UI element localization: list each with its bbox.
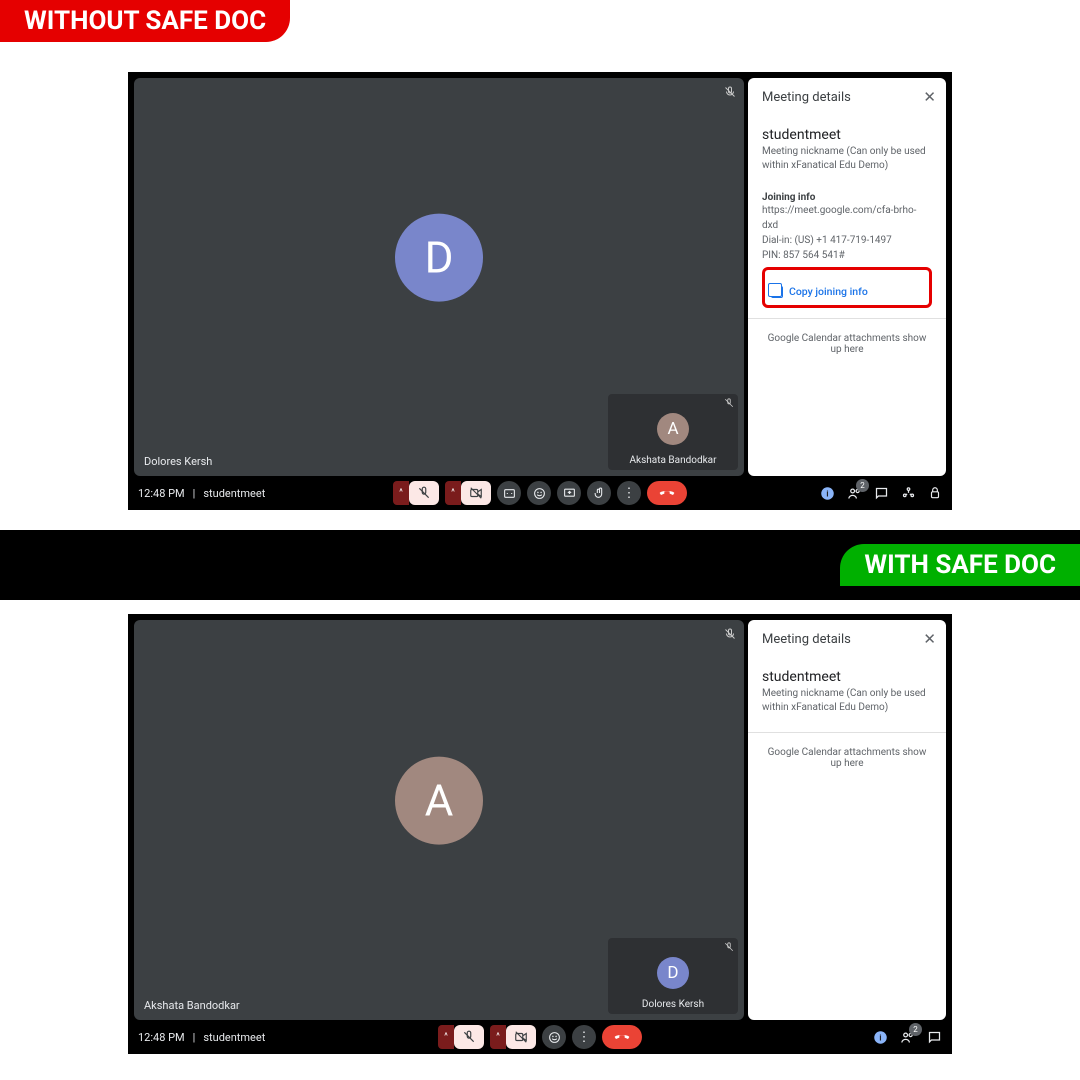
- highlight-copy-joining-info: Copy joining info: [762, 267, 932, 308]
- separator: |: [193, 1031, 196, 1044]
- host-controls-button[interactable]: [928, 486, 942, 500]
- attachments-placeholder: Google Calendar attachments show up here: [762, 733, 932, 783]
- people-count-badge: 2: [856, 479, 869, 492]
- camera-toggle-button[interactable]: [461, 481, 491, 505]
- mic-muted-icon: [724, 628, 736, 640]
- copy-icon: [771, 286, 783, 298]
- main-participant-name: Dolores Kersh: [144, 455, 212, 468]
- main-participant-name: Akshata Bandodkar: [144, 999, 240, 1012]
- captions-button[interactable]: [497, 481, 521, 505]
- meeting-details-panel: Meeting details ✕ studentmeet Meeting ni…: [748, 78, 946, 476]
- people-count-badge: 2: [909, 1023, 922, 1036]
- activities-button[interactable]: [901, 486, 916, 501]
- panel-title: Meeting details: [762, 90, 932, 105]
- leave-call-button[interactable]: [647, 481, 687, 505]
- close-panel-button[interactable]: ✕: [923, 630, 936, 648]
- people-button[interactable]: 2: [900, 1030, 915, 1045]
- mic-button-group[interactable]: ^: [438, 1025, 484, 1049]
- camera-button-group[interactable]: ^: [445, 481, 491, 505]
- join-url: https://meet.google.com/cfa-brho-dxd: [762, 203, 932, 233]
- tile-participant-name: Dolores Kersh: [608, 999, 738, 1010]
- meeting-name: studentmeet: [762, 127, 932, 143]
- main-avatar: A: [395, 757, 483, 845]
- room-name: studentmeet: [203, 487, 265, 500]
- dial-in: Dial-in: (US) +1 417-719-1497: [762, 233, 932, 248]
- joining-info-header: Joining info: [762, 192, 932, 203]
- mic-muted-icon: [724, 86, 736, 98]
- present-button[interactable]: [557, 481, 581, 505]
- bottom-toolbar: 12:48 PM | studentmeet ^ ^ ⋮ i 2: [128, 476, 952, 510]
- banner-with-safe-doc: WITH SAFE DOC: [840, 544, 1080, 586]
- room-name: studentmeet: [203, 1031, 265, 1044]
- leave-call-button[interactable]: [602, 1025, 642, 1049]
- mic-toggle-button[interactable]: [454, 1025, 484, 1049]
- main-video-area: A Akshata Bandodkar D Dolores Kersh: [134, 620, 744, 1020]
- people-button[interactable]: 2: [847, 486, 862, 501]
- tile-avatar: A: [657, 413, 689, 445]
- close-panel-button[interactable]: ✕: [923, 88, 936, 106]
- panel-title: Meeting details: [762, 632, 932, 647]
- camera-button-group[interactable]: ^: [490, 1025, 536, 1049]
- chevron-up-icon: ^: [438, 1025, 454, 1049]
- tile-avatar: D: [657, 957, 689, 989]
- chevron-up-icon: ^: [445, 481, 461, 505]
- self-view-tile[interactable]: D Dolores Kersh: [608, 938, 738, 1014]
- screenshot-with-safe-doc: A Akshata Bandodkar D Dolores Kersh Meet…: [128, 614, 952, 1054]
- mic-button-group[interactable]: ^: [393, 481, 439, 505]
- meeting-info-button[interactable]: i: [873, 1030, 888, 1045]
- meeting-name: studentmeet: [762, 669, 932, 685]
- bottom-toolbar: 12:48 PM | studentmeet ^ ^ ⋮ i 2: [128, 1020, 952, 1054]
- attachments-placeholder: Google Calendar attachments show up here: [762, 319, 932, 369]
- screenshot-without-safe-doc: D Dolores Kersh A Akshata Bandodkar Meet…: [128, 72, 952, 510]
- reactions-button[interactable]: [542, 1025, 566, 1049]
- clock-time: 12:48 PM: [138, 1031, 185, 1044]
- raise-hand-button[interactable]: [587, 481, 611, 505]
- banner-without-safe-doc: WITHOUT SAFE DOC: [0, 0, 290, 42]
- meeting-description: Meeting nickname (Can only be used withi…: [762, 687, 932, 714]
- meeting-description: Meeting nickname (Can only be used withi…: [762, 145, 932, 172]
- mic-toggle-button[interactable]: [409, 481, 439, 505]
- more-options-button[interactable]: ⋮: [572, 1025, 596, 1049]
- chat-button[interactable]: [927, 1030, 942, 1045]
- copy-joining-info-button[interactable]: Copy joining info: [767, 280, 927, 303]
- meeting-info-button[interactable]: i: [820, 486, 835, 501]
- separator: |: [193, 487, 196, 500]
- meeting-details-panel: Meeting details ✕ studentmeet Meeting ni…: [748, 620, 946, 1020]
- pin: PIN: 857 564 541#: [762, 248, 932, 263]
- main-avatar: D: [395, 214, 483, 302]
- svg-text:i: i: [879, 1032, 881, 1042]
- clock-time: 12:48 PM: [138, 487, 185, 500]
- svg-text:i: i: [826, 488, 828, 498]
- mic-muted-icon: [724, 398, 734, 408]
- chat-button[interactable]: [874, 486, 889, 501]
- main-video-area: D Dolores Kersh A Akshata Bandodkar: [134, 78, 744, 476]
- tile-participant-name: Akshata Bandodkar: [608, 455, 738, 466]
- camera-toggle-button[interactable]: [506, 1025, 536, 1049]
- copy-label: Copy joining info: [789, 285, 868, 298]
- self-view-tile[interactable]: A Akshata Bandodkar: [608, 394, 738, 470]
- chevron-up-icon: ^: [490, 1025, 506, 1049]
- chevron-up-icon: ^: [393, 481, 409, 505]
- mic-muted-icon: [724, 942, 734, 952]
- reactions-button[interactable]: [527, 481, 551, 505]
- more-options-button[interactable]: ⋮: [617, 481, 641, 505]
